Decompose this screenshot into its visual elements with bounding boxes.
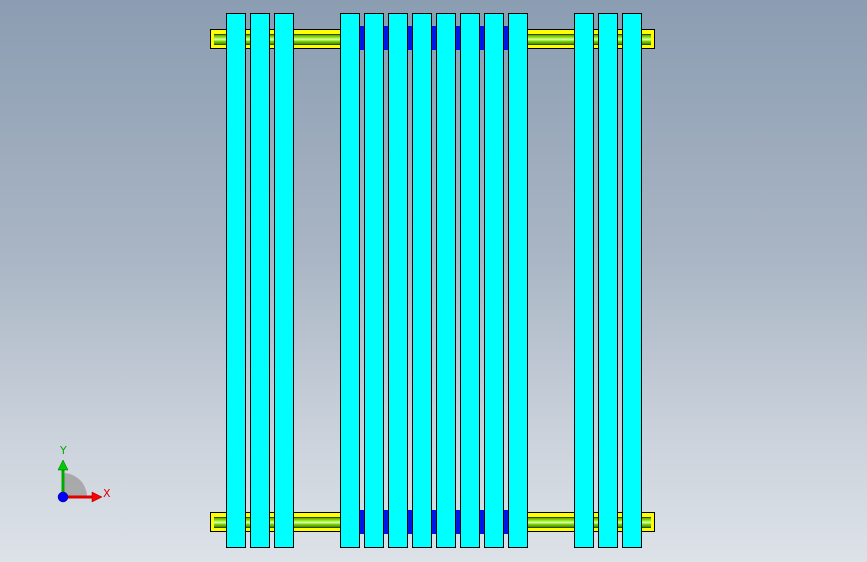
panel-7[interactable]	[412, 13, 432, 548]
panel-10[interactable]	[484, 13, 504, 548]
panel-12[interactable]	[574, 13, 594, 548]
panel-6[interactable]	[388, 13, 408, 548]
graphics-viewport[interactable]: Y X	[0, 0, 867, 562]
panel-11[interactable]	[508, 13, 528, 548]
coordinate-triad-icon: Y X	[57, 444, 111, 503]
panel-5[interactable]	[364, 13, 384, 548]
x-arrow-icon	[91, 491, 103, 503]
x-axis-label: X	[103, 487, 111, 500]
panel-1[interactable]	[226, 13, 246, 548]
panel-14[interactable]	[622, 13, 642, 548]
z-axis-icon	[57, 491, 69, 503]
y-axis-label: Y	[59, 444, 67, 457]
panel-4[interactable]	[340, 13, 360, 548]
y-arrow-icon	[57, 459, 69, 471]
panel-2[interactable]	[250, 13, 270, 548]
panel-3[interactable]	[274, 13, 294, 548]
panel-8[interactable]	[436, 13, 456, 548]
panel-13[interactable]	[598, 13, 618, 548]
panel-9[interactable]	[460, 13, 480, 548]
